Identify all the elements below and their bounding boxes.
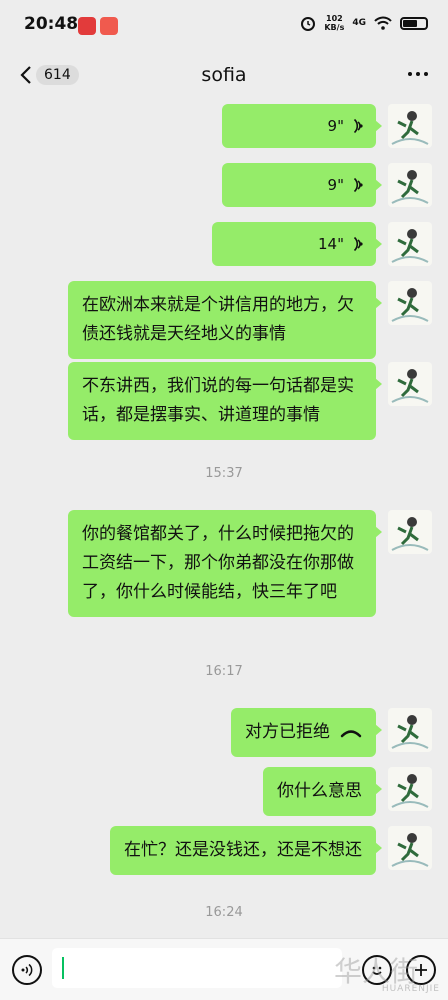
text-message-bubble[interactable]: 你什么意思 (263, 767, 382, 816)
status-indicators: 102 KB/s 4G (300, 14, 428, 32)
voice-message-bubble[interactable]: 9" (222, 163, 382, 207)
chat-message[interactable]: 14" (212, 222, 432, 266)
user-avatar[interactable] (388, 281, 432, 325)
chat-message[interactable]: 在忙？还是没钱还，还是不想还 (110, 826, 432, 875)
more-options-icon[interactable] (408, 72, 428, 76)
user-avatar[interactable] (388, 510, 432, 554)
user-avatar[interactable] (388, 767, 432, 811)
chat-title: sofia (201, 64, 247, 86)
voice-duration: 14" (318, 234, 344, 253)
wifi-icon (374, 16, 392, 30)
timestamp: 15:37 (205, 466, 243, 481)
status-bar: 20:48 102 KB/s 4G (0, 0, 448, 52)
chat-header: 614 sofia (0, 52, 448, 98)
status-time: 20:48 (24, 14, 79, 34)
voice-duration: 9" (327, 175, 344, 194)
text-cursor (62, 957, 64, 979)
user-avatar[interactable] (388, 708, 432, 752)
text-message-bubble[interactable]: 不东讲西，我们说的每一句话都是实话，都是摆事实、讲道理的事情 (68, 362, 382, 440)
app-notification-icon-2 (100, 17, 118, 35)
user-avatar[interactable] (388, 222, 432, 266)
user-avatar[interactable] (388, 826, 432, 870)
voice-wave-icon (353, 118, 363, 134)
voice-duration: 9" (327, 116, 344, 135)
timestamp: 16:24 (205, 905, 243, 920)
user-avatar[interactable] (388, 163, 432, 207)
voice-wave-icon (21, 963, 33, 977)
voice-wave-icon (353, 236, 363, 252)
voice-wave-icon (353, 177, 363, 193)
network-type: 4G (352, 18, 366, 28)
voice-input-button[interactable] (12, 955, 42, 985)
alarm-icon (301, 17, 316, 31)
chat-message[interactable]: 对方已拒绝 (231, 708, 432, 757)
text-message-bubble[interactable]: 在忙？还是没钱还，还是不想还 (110, 826, 382, 875)
chat-message[interactable]: 你什么意思 (263, 767, 432, 816)
chat-message[interactable]: 9" (222, 163, 432, 207)
voice-message-bubble[interactable]: 14" (212, 222, 382, 266)
text-message-bubble[interactable]: 在欧洲本来就是个讲信用的地方，欠债还钱就是天经地义的事情 (68, 281, 382, 359)
timestamp: 16:17 (205, 664, 243, 679)
call-status-text: 对方已拒绝 (245, 722, 330, 742)
network-speed: 102 KB/s (324, 14, 345, 32)
chat-message[interactable]: 9" (222, 104, 432, 148)
chat-message[interactable]: 你的餐馆都关了，什么时候把拖欠的工资结一下，那个你弟都没在你那做了，你什么时候能… (68, 510, 432, 617)
chat-message[interactable]: 不东讲西，我们说的每一句话都是实话，都是摆事实、讲道理的事情 (68, 362, 432, 440)
battery-icon (400, 16, 428, 30)
user-avatar[interactable] (388, 362, 432, 406)
user-avatar[interactable] (388, 104, 432, 148)
app-notification-icon (78, 17, 96, 35)
voice-message-bubble[interactable]: 9" (222, 104, 382, 148)
text-message-bubble[interactable]: 你的餐馆都关了，什么时候把拖欠的工资结一下，那个你弟都没在你那做了，你什么时候能… (68, 510, 382, 617)
watermark-text: HUARENJIE (381, 984, 440, 994)
chat-message[interactable]: 在欧洲本来就是个讲信用的地方，欠债还钱就是天经地义的事情 (68, 281, 432, 359)
message-input[interactable] (52, 948, 342, 988)
hangup-phone-icon (340, 729, 362, 737)
call-message-bubble[interactable]: 对方已拒绝 (231, 708, 382, 757)
